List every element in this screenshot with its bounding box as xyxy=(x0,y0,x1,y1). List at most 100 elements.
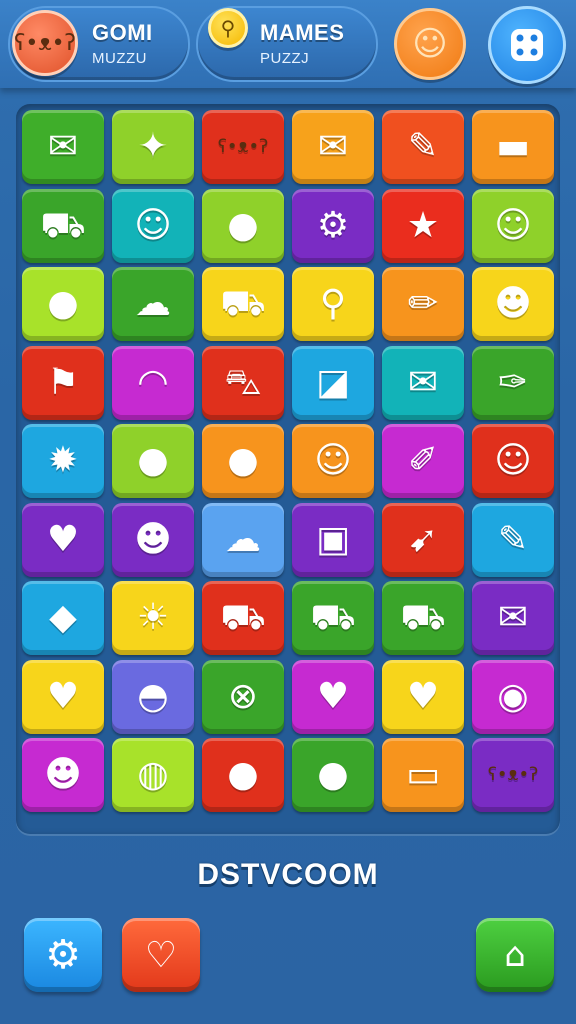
tile-grid: ✉ ✦ ʕ•ᴥ•ʔ ✉ ✎ ▬ ⛟ ☺ ● ⚙ ★ ☺ ● ☁ ⛟ ⚲ ✏ ☻ ⚑ ◠ ⛍ ◪ ✉ ✑ ✹ ● ● ☺ ✐ ☺ ♥ ☻ ☁ ▣ ➹ ✎… xyxy=(22,110,554,812)
footer-title: DSTVCOOM xyxy=(197,858,379,891)
game-tile[interactable]: ʕ•ᴥ•ʔ xyxy=(472,738,554,812)
game-tile[interactable]: ➹ xyxy=(382,502,464,577)
game-tile[interactable]: ✉ xyxy=(382,345,464,420)
magnifier-face-icon[interactable]: ⚲ xyxy=(208,8,248,48)
favorite-button[interactable]: ♡ xyxy=(122,918,200,992)
game-tile[interactable]: ⚙ xyxy=(292,188,374,263)
camper-icon: ⛟ xyxy=(310,597,356,638)
game-tile[interactable]: ♥ xyxy=(22,659,104,734)
game-tile[interactable]: ● xyxy=(112,424,194,498)
game-tile[interactable]: ◆ xyxy=(22,581,104,655)
game-tile[interactable]: ⚲ xyxy=(292,267,374,341)
frog-icon: ☻ xyxy=(134,518,172,560)
game-tile[interactable]: ✑ xyxy=(472,345,554,420)
magnifier-icon: ⚲ xyxy=(319,283,347,324)
game-tile[interactable]: ☻ xyxy=(472,267,554,341)
game-tile[interactable]: ☺ xyxy=(112,188,194,263)
settings-button[interactable]: ⚙ xyxy=(24,918,102,992)
sun-face-icon: ☀ xyxy=(136,597,170,638)
game-tile[interactable]: ⊗ xyxy=(202,659,284,734)
bear-face-icon[interactable]: ʕ•ᴥ•ʔ xyxy=(12,10,78,76)
banana-icon: ◠ xyxy=(137,361,169,403)
game-tile[interactable]: ⛟ xyxy=(382,581,464,655)
game-tile[interactable]: ☺ xyxy=(472,188,554,263)
game-tile[interactable]: ✐ xyxy=(382,424,464,498)
game-tile[interactable]: ☻ xyxy=(112,502,194,577)
game-tile[interactable]: ◠ xyxy=(112,345,194,420)
spoon-icon: ✑ xyxy=(497,361,529,403)
game-tile[interactable]: ⛟ xyxy=(292,581,374,655)
game-tile[interactable]: ʕ•ᴥ•ʔ xyxy=(202,110,284,184)
envelope-icon: ✉ xyxy=(407,361,439,403)
game-tile[interactable]: ✎ xyxy=(472,502,554,577)
game-tile[interactable]: ♥ xyxy=(22,502,104,577)
game-board: ✉ ✦ ʕ•ᴥ•ʔ ✉ ✎ ▬ ⛟ ☺ ● ⚙ ★ ☺ ● ☁ ⛟ ⚲ ✏ ☻ ⚑ ◠ ⛍ ◪ ✉ ✑ ✹ ● ● ☺ ✐ ☺ ♥ ☻ ☁ ▣ ➹ ✎… xyxy=(16,104,560,834)
game-tile[interactable]: ⛍ xyxy=(202,345,284,420)
game-tile[interactable]: ✦ xyxy=(112,110,194,184)
game-tile[interactable]: ▣ xyxy=(292,502,374,577)
game-tile[interactable]: ◍ xyxy=(112,738,194,812)
bus-icon: ⛟ xyxy=(220,597,266,638)
game-tile[interactable]: ☺ xyxy=(472,424,554,498)
smiley-badge-icon: ☺ xyxy=(494,440,532,481)
game-tile[interactable]: ✉ xyxy=(22,110,104,184)
game-tile[interactable]: ▭ xyxy=(382,738,464,812)
game-tile[interactable]: ▬ xyxy=(472,110,554,184)
game-tile[interactable]: ☺ xyxy=(292,424,374,498)
game-tile[interactable]: ⚑ xyxy=(22,345,104,420)
smiley-icon: ☺ xyxy=(134,204,172,246)
top-bar: ʕ•ᴥ•ʔ GOMI MUZZU ⚲ MAMES PUZZJ ☺ xyxy=(0,0,576,88)
sun-gear-icon: ✹ xyxy=(47,440,79,481)
satellite-icon: ✦ xyxy=(137,126,169,167)
eraser-icon: ▬ xyxy=(495,126,530,167)
game-tile[interactable]: ✉ xyxy=(292,110,374,184)
game-tile[interactable]: ⛟ xyxy=(202,267,284,341)
game-tile[interactable]: ☁ xyxy=(112,267,194,341)
blob-icon: ● xyxy=(47,283,79,324)
game-tile[interactable]: ♥ xyxy=(382,659,464,734)
game-tile[interactable]: ✎ xyxy=(382,110,464,184)
game-tile[interactable]: ☻ xyxy=(22,738,104,812)
player-name: GOMI xyxy=(92,20,153,45)
game-tile[interactable]: ♥ xyxy=(292,659,374,734)
speech-monitor-icon: ▭ xyxy=(405,754,440,795)
game-tile[interactable]: ◓ xyxy=(112,659,194,734)
game-tile[interactable]: ✏ xyxy=(382,267,464,341)
game-tile[interactable]: ● xyxy=(22,267,104,341)
note-icon: ◪ xyxy=(315,361,350,403)
sushi-icon: ◍ xyxy=(137,754,169,795)
smiley-icon: ☺ xyxy=(314,440,352,481)
game-tile[interactable]: ☀ xyxy=(112,581,194,655)
bean-icon: ● xyxy=(227,204,259,246)
dice-menu-icon[interactable] xyxy=(488,6,566,84)
pencil-icon: ✏ xyxy=(407,283,439,324)
star-card-icon: ★ xyxy=(406,204,440,246)
dice-icon xyxy=(511,29,543,61)
mode-subtitle: PUZZJ xyxy=(260,50,310,67)
truck-icon: ⛟ xyxy=(40,204,86,246)
heart-icon: ♥ xyxy=(46,518,80,560)
game-tile[interactable]: ● xyxy=(292,738,374,812)
globe-icon: ⊗ xyxy=(227,675,259,717)
game-tile[interactable]: ★ xyxy=(382,188,464,263)
game-tile[interactable]: ⛟ xyxy=(202,581,284,655)
gear-icon: ⚙ xyxy=(45,932,81,978)
envelope-icon: ✉ xyxy=(47,126,79,167)
game-tile[interactable]: ● xyxy=(202,738,284,812)
game-tile[interactable]: ◪ xyxy=(292,345,374,420)
kite-icon: ◆ xyxy=(49,597,77,638)
game-tile[interactable]: ● xyxy=(202,424,284,498)
game-tile[interactable]: ✹ xyxy=(22,424,104,498)
game-tile[interactable]: ⛟ xyxy=(22,188,104,263)
cloud-blob-icon: ☁ xyxy=(225,518,261,560)
game-tile[interactable]: ◉ xyxy=(472,659,554,734)
smiley-icon: ☺ xyxy=(494,204,532,246)
chat-bubble-icon[interactable]: ☺ xyxy=(394,8,466,80)
game-tile[interactable]: ✉ xyxy=(472,581,554,655)
home-button[interactable]: ⌂ xyxy=(476,918,554,992)
game-tile[interactable]: ☁ xyxy=(202,502,284,577)
frog-bow-icon: ☻ xyxy=(44,754,82,795)
envelope-icon: ✉ xyxy=(497,597,529,638)
mode-title: MAMES xyxy=(260,20,345,45)
game-tile[interactable]: ● xyxy=(202,188,284,263)
